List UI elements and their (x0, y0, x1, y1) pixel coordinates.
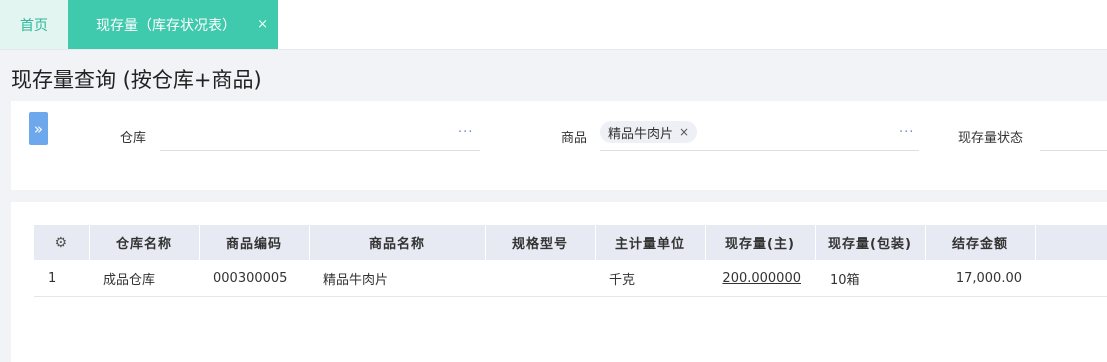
column-header[interactable]: 现存量(包装) (815, 225, 926, 260)
results-table: ⚙ 仓库名称 商品编码 商品名称 规格型号 主计量单位 现存量(主) 现存量(包… (34, 225, 1107, 297)
page-title: 现存量查询 (按仓库+商品) (11, 68, 262, 92)
double-chevron-right-icon: » (33, 119, 44, 138)
gear-icon[interactable]: ⚙ (54, 235, 68, 251)
results-panel: ⚙ 仓库名称 商品编码 商品名称 规格型号 主计量单位 现存量(主) 现存量(包… (11, 202, 1107, 362)
cell-qty-pack: 10箱 (815, 260, 925, 297)
stock-status-field[interactable] (1040, 122, 1107, 151)
cell-qty-main-link[interactable]: 200.000000 (722, 271, 801, 286)
column-header[interactable]: 商品编码 (199, 225, 310, 260)
column-header[interactable]: 结存金额 (925, 225, 1036, 260)
cell-spec (485, 260, 595, 297)
column-settings[interactable]: ⚙ (34, 225, 90, 260)
close-icon[interactable]: × (257, 17, 268, 32)
table-row[interactable]: 1 成品仓库 000300005 精品牛肉片 千克 200.000000 10箱… (34, 260, 1107, 297)
column-header[interactable]: 商品名称 (309, 225, 486, 260)
cell-warehouse: 成品仓库 (89, 260, 199, 297)
tab-home[interactable]: 首页 (0, 0, 68, 49)
stock-status-label: 现存量状态 (958, 131, 1024, 146)
tab-home-label: 首页 (20, 17, 48, 34)
cell-name: 精品牛肉片 (309, 260, 485, 297)
warehouse-label: 仓库 (120, 131, 147, 146)
product-tag: 精品牛肉片 × (600, 121, 698, 143)
column-header[interactable]: 现存量(主) (705, 225, 816, 260)
cell-code: 000300005 (199, 260, 309, 297)
product-more-icon[interactable]: ··· (899, 125, 914, 140)
tab-bar: 首页 现存量（库存状况表） × (0, 0, 1107, 50)
tab-stock-status-label: 现存量（库存状况表） (96, 17, 236, 34)
remove-tag-icon[interactable]: × (679, 125, 689, 139)
expand-filters-button[interactable]: » (29, 112, 48, 145)
warehouse-more-icon[interactable]: ··· (458, 125, 473, 140)
cell-unit: 千克 (595, 260, 705, 297)
row-index: 1 (34, 260, 89, 297)
column-header[interactable]: 规格型号 (485, 225, 596, 260)
product-tag-label: 精品牛肉片 (608, 126, 674, 142)
table-header-row: ⚙ 仓库名称 商品编码 商品名称 规格型号 主计量单位 现存量(主) 现存量(包… (34, 225, 1107, 260)
column-header-filler (1035, 225, 1107, 260)
tab-stock-status[interactable]: 现存量（库存状况表） × (68, 0, 278, 49)
column-header[interactable]: 仓库名称 (89, 225, 200, 260)
product-label: 商品 (561, 131, 588, 146)
cell-filler (1035, 260, 1107, 297)
query-panel: » 仓库 ··· 商品 精品牛肉片 × ··· 现存量状态 (11, 101, 1107, 190)
cell-amount: 17,000.00 (925, 260, 1035, 297)
warehouse-field[interactable] (160, 122, 480, 151)
column-header[interactable]: 主计量单位 (595, 225, 706, 260)
